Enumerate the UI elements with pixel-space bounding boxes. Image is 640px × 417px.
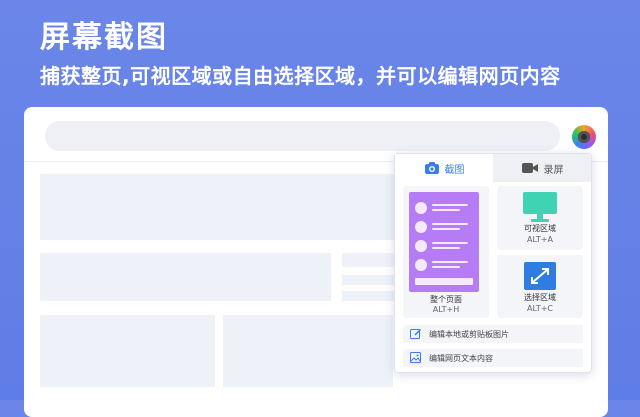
thumb-line: [432, 247, 460, 249]
full-page-shortcut: ALT+H: [432, 305, 460, 314]
placeholder-block: [40, 253, 331, 301]
monitor-icon: [522, 191, 558, 227]
headline: 屏幕截图: [40, 20, 168, 55]
tab-screenshot-label: 截图: [444, 164, 465, 176]
tab-record-label: 录屏: [543, 164, 564, 176]
expand-arrows-icon: [523, 261, 557, 295]
placeholder-block: [40, 315, 215, 387]
edit-local-image-label: 编辑本地或剪贴板图片: [429, 329, 509, 339]
thumb-line: [432, 209, 460, 211]
thumb-line: [432, 261, 468, 263]
full-page-label: 整个页面: [430, 295, 462, 304]
select-area-card[interactable]: 选择区域 ALT+C: [497, 255, 583, 318]
thumb-dot: [415, 240, 427, 252]
thumb-dot: [415, 202, 427, 214]
visible-area-shortcut: ALT+A: [527, 235, 553, 244]
thumb-dot: [415, 259, 427, 271]
thumb-dot: [415, 221, 427, 233]
full-page-card[interactable]: 整个页面 ALT+H: [403, 186, 489, 318]
thumb-line: [432, 266, 460, 268]
thumb-bar: [415, 278, 473, 285]
visible-area-card[interactable]: 可视区域 ALT+A: [497, 186, 583, 250]
edit-page-text-item[interactable]: 编辑网页文本内容: [403, 349, 583, 367]
full-page-thumbnail-icon: [409, 192, 479, 292]
edit-local-image-item[interactable]: 编辑本地或剪贴板图片: [403, 325, 583, 343]
thumb-line: [432, 223, 468, 225]
tab-screenshot[interactable]: 截图: [395, 154, 493, 182]
thumb-row: [415, 202, 475, 216]
thumb-row: [415, 259, 475, 273]
thumb-line: [432, 204, 468, 206]
video-camera-icon: [521, 162, 539, 174]
popup-tabs: 截图 录屏: [395, 154, 591, 182]
address-bar: [45, 121, 560, 151]
subline: 捕获整页,可视区域或自由选择区域，并可以编辑网页内容: [40, 64, 561, 88]
tab-record[interactable]: 录屏: [493, 154, 591, 182]
select-area-label: 选择区域: [524, 293, 556, 302]
extension-icon[interactable]: [572, 125, 596, 149]
visible-area-label: 可视区域: [524, 224, 556, 233]
camera-icon: [424, 161, 440, 175]
thumb-row: [415, 240, 475, 254]
screenshot-popup: 截图 录屏 整个页面 ALT+H 可视区域 ALT+A 选择区域 ALT+C 编…: [394, 153, 592, 373]
placeholder-block: [223, 315, 393, 387]
thumb-line: [432, 242, 468, 244]
edit-icon: [409, 327, 423, 341]
thumb-row: [415, 221, 475, 235]
thumb-line: [432, 228, 460, 230]
image-edit-icon: [409, 351, 423, 365]
select-area-shortcut: ALT+C: [526, 304, 553, 313]
edit-page-text-label: 编辑网页文本内容: [429, 353, 493, 363]
